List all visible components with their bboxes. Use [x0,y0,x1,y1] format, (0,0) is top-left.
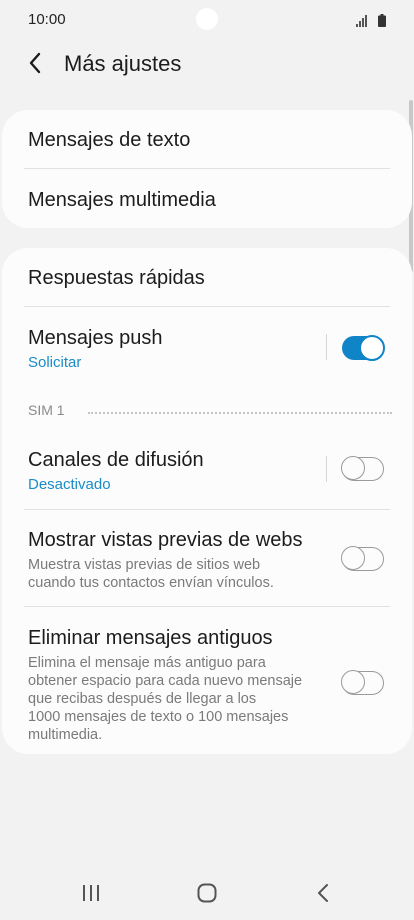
section-dotted-line [88,412,392,414]
home-icon [197,883,217,903]
push-messages-toggle[interactable] [342,335,385,361]
battery-icon [378,14,386,28]
divider [24,168,390,169]
front-camera [196,8,218,30]
header: Más ajustes [0,38,414,90]
quick-replies-item[interactable]: Respuestas rápidas [28,266,390,290]
recent-apps-icon [83,885,99,901]
push-messages-item[interactable]: Mensajes push Solicitar [28,326,390,371]
status-time: 10:00 [28,11,66,28]
text-messages-label: Mensajes de texto [28,129,191,151]
multimedia-messages-label: Mensajes multimedia [28,189,216,211]
recent-apps-button[interactable] [76,878,106,908]
push-messages-label: Mensajes push [28,327,163,349]
status-bar: 10:00 [0,0,414,38]
page-title: Más ajustes [64,51,182,76]
settings-card: Respuestas rápidas Mensajes push Solicit… [2,248,412,754]
navigation-bar [0,864,414,920]
text-messages-item[interactable]: Mensajes de texto [28,128,390,152]
back-icon [318,884,328,902]
signal-icon [355,14,367,27]
quick-replies-label: Respuestas rápidas [28,267,205,289]
divider [24,306,390,307]
back-arrow-icon [29,52,41,74]
toggle-knob [359,335,385,361]
status-icons [355,12,386,30]
home-button[interactable] [192,878,222,908]
system-back-button[interactable] [308,878,338,908]
vertical-separator [326,334,327,360]
push-messages-value: Solicitar [28,354,82,371]
multimedia-messages-item[interactable]: Mensajes multimedia [28,188,390,212]
sim1-section-label: SIM 1 [28,402,65,418]
back-button[interactable] [22,48,48,78]
messages-type-card: Mensajes de texto Mensajes multimedia [2,110,412,228]
